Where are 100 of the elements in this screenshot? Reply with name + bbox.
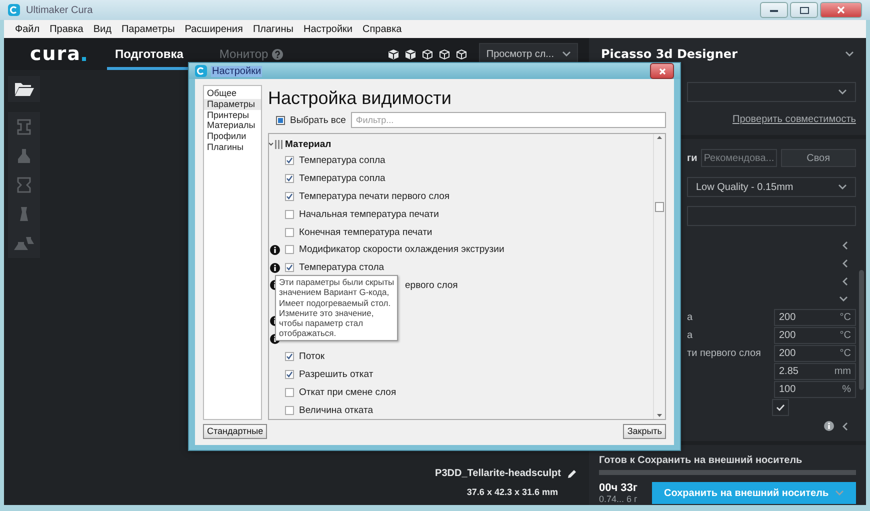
defaults-button[interactable]: Стандартные	[203, 424, 268, 439]
checkbox[interactable]	[285, 352, 294, 362]
check-icon	[286, 192, 293, 200]
check-icon	[286, 157, 293, 164]
setting-label: а	[687, 312, 694, 322]
menu-item[interactable]: Справка	[358, 24, 407, 34]
chevron-down-icon	[845, 51, 854, 57]
checkbox[interactable]	[285, 228, 294, 237]
setting-label: Температура печати первого слоя	[299, 190, 450, 202]
value-field[interactable]: 200 °C	[774, 344, 856, 362]
profile-dropdown[interactable]: Low Quality - 0.15mm	[687, 177, 856, 197]
scroll-down-icon[interactable]	[657, 414, 662, 417]
menu-item[interactable]: Настройки	[298, 24, 358, 34]
mode-tab[interactable]: Рекомендова...	[701, 149, 777, 167]
checkbox[interactable]	[285, 388, 294, 397]
menu-item[interactable]: Плагины	[248, 24, 298, 34]
setting-label: а	[687, 330, 694, 340]
view-cube-icon[interactable]	[422, 48, 434, 60]
checkbox[interactable]	[285, 245, 294, 254]
nav-item[interactable]: Материалы	[204, 120, 261, 132]
checkbox[interactable]	[285, 192, 294, 201]
close-icon	[658, 68, 666, 74]
nav-item[interactable]: Профили	[204, 131, 261, 142]
value-field[interactable]: 2.85 mm	[774, 362, 856, 380]
value-field[interactable]: 200 °C	[774, 308, 856, 326]
view-cube-icon[interactable]	[405, 48, 416, 60]
chevron-down-icon	[838, 184, 847, 190]
setting-label: Величина отката	[299, 404, 373, 416]
nav-item[interactable]: Общее	[204, 88, 261, 99]
close-icon	[837, 6, 845, 14]
value-field[interactable]: 100 %	[774, 380, 856, 398]
tooltip: Эти параметры были скрыты значением Вариант G-кода, Имеет подогреваемый стол. Измените это значение, чтобы параметр стал отображаться.	[275, 275, 398, 341]
view-cube-icon[interactable]	[439, 48, 450, 60]
menu-item[interactable]: Правка	[44, 24, 88, 34]
view-cube-icon[interactable]	[388, 48, 400, 60]
scrollbar[interactable]	[859, 270, 864, 390]
printer-name: Picasso 3d Designer	[601, 47, 738, 61]
scrollbar[interactable]	[653, 134, 665, 419]
category-toggle-icon[interactable]	[269, 140, 283, 149]
checkbox[interactable]	[285, 156, 294, 166]
app-icon	[195, 65, 207, 77]
nav-item[interactable]: Параметры	[204, 98, 261, 110]
search-field[interactable]	[687, 206, 856, 226]
close-button[interactable]	[650, 63, 674, 79]
checkbox[interactable]	[285, 370, 294, 379]
check-icon	[286, 175, 293, 182]
close-button[interactable]	[820, 2, 862, 18]
filter-field[interactable]: Фильтр...	[350, 112, 666, 128]
mode-tab[interactable]: Своя	[780, 149, 856, 167]
setting-label: Начальная температура печати	[299, 208, 439, 220]
dialog-title: Настройки	[211, 66, 262, 76]
menu-item[interactable]: Расширения	[180, 24, 248, 34]
scroll-thumb[interactable]	[655, 202, 664, 212]
chevron-left-icon[interactable]	[842, 422, 848, 430]
menu-item[interactable]: Файл	[10, 24, 45, 34]
setting-label: Модификатор скорости охлаждения экструзии	[299, 244, 504, 256]
setting-label: Поток	[299, 351, 325, 362]
minimize-button[interactable]	[760, 2, 788, 18]
app-icon	[8, 4, 20, 16]
scroll-up-icon[interactable]	[657, 136, 662, 139]
setting-label: Откат при смене слоя	[299, 386, 396, 398]
chevron-down-icon	[835, 490, 844, 496]
pencil-icon[interactable]	[567, 468, 577, 478]
setting-label: ти первого слоя	[687, 348, 762, 358]
checkbox[interactable]	[285, 210, 294, 219]
checkbox[interactable]	[285, 406, 294, 415]
close-dialog-button[interactable]: Закрыть	[623, 424, 666, 439]
model-dimensions: 37.6 x 42.3 x 31.6 mm	[466, 487, 558, 497]
checkbox-label: Выбрать все	[290, 114, 346, 126]
window-title: Ultimaker Cura	[26, 4, 93, 16]
chevron-down-icon	[838, 89, 847, 95]
checkbox[interactable]	[276, 116, 285, 124]
chevron-down-icon	[839, 296, 848, 302]
info-icon	[824, 421, 834, 431]
compatibility-link[interactable]: Проверить совместимость	[732, 114, 856, 125]
view-cube-icon[interactable]	[456, 48, 468, 60]
checkbox[interactable]	[285, 174, 294, 184]
logo: cura	[30, 43, 81, 65]
setting-label: Температура стола	[299, 262, 384, 274]
check-icon	[286, 370, 293, 378]
checkbox[interactable]	[772, 398, 789, 416]
setting-label: Температура сопла	[299, 173, 386, 184]
setting-label: Разрешить откат	[299, 368, 374, 380]
folder-icon[interactable]	[14, 81, 34, 97]
checkbox[interactable]	[285, 263, 294, 272]
maximize-button[interactable]	[790, 2, 818, 18]
info-icon	[270, 262, 280, 273]
nav-item[interactable]: Плагины	[204, 142, 261, 153]
model-name: P3DD_Tellarite-headsculpt	[435, 468, 561, 479]
menu-item[interactable]: Вид	[88, 24, 116, 34]
material-usage: 0.74... 6 г	[599, 494, 638, 504]
nav-item[interactable]: Принтеры	[204, 110, 261, 120]
help-icon	[272, 48, 284, 60]
maximize-icon	[800, 6, 808, 14]
setting-label: Температура сопла	[299, 155, 386, 166]
minimize-icon	[770, 8, 778, 12]
category-label: Материал	[285, 139, 332, 150]
value-field[interactable]: 200 °C	[774, 326, 856, 344]
setting-label: Конечная температура печати	[299, 226, 432, 238]
menu-item[interactable]: Параметры	[116, 24, 180, 34]
